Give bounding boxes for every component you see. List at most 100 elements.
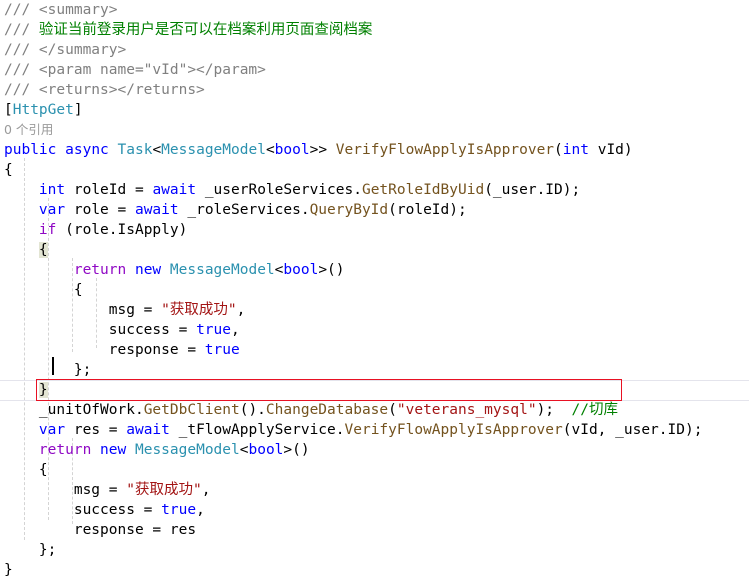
code-token-kw: await — [152, 182, 197, 198]
code-line[interactable]: success = true, — [0, 500, 749, 520]
code-token-pln: msg = — [73, 482, 127, 498]
code-token-ctl: return — [38, 442, 92, 458]
code-token-pln: roleId = — [65, 182, 153, 198]
code-token-typ: MessageModel — [134, 442, 240, 458]
code-token-pln: res = — [65, 422, 127, 438]
code-token-punc: }; — [73, 362, 92, 378]
code-token-mth: QueryById — [309, 202, 389, 218]
code-token-pln: (). — [239, 402, 266, 418]
code-token-pln: msg = — [108, 302, 162, 318]
code-token-pln: (role.IsApply) — [56, 222, 188, 238]
codelens-line[interactable]: 0 个引用 — [0, 120, 749, 140]
code-line[interactable]: /// <param name="vId"></param> — [0, 60, 749, 80]
code-line[interactable]: response = res — [0, 520, 749, 540]
code-token-kw: new — [100, 442, 127, 458]
code-line[interactable]: [HttpGet] — [0, 100, 749, 120]
code-token-kw: true — [196, 322, 231, 338]
code-token-punc: >() — [283, 442, 310, 458]
text-caret — [52, 357, 54, 375]
code-token-pln: _unitOfWork. — [38, 402, 144, 418]
code-token-codelens: 0 个引用 — [4, 122, 54, 137]
code-token-kw: bool — [274, 142, 310, 158]
code-token-pln — [56, 142, 65, 158]
code-text-layer[interactable]: /// <summary>/// 验证当前登录用户是否可以在档案利用页面查阅档案… — [0, 0, 749, 580]
code-token-pln — [161, 262, 170, 278]
code-line[interactable]: { — [0, 240, 749, 260]
code-token-pln: _roleServices. — [178, 202, 310, 218]
code-line[interactable]: if (role.IsApply) — [0, 220, 749, 240]
code-token-ctl: if — [38, 222, 57, 238]
code-line[interactable]: msg = "获取成功", — [0, 480, 749, 500]
code-line[interactable]: public async Task<MessageModel<bool>> Ve… — [0, 140, 749, 160]
code-token-kw: bool — [248, 442, 284, 458]
code-line[interactable]: }; — [0, 540, 749, 560]
code-token-pln: response = — [108, 342, 205, 358]
code-line[interactable]: /// <returns></returns> — [0, 80, 749, 100]
code-line[interactable]: } — [0, 380, 749, 400]
code-token-punc: } — [4, 562, 13, 578]
code-line[interactable]: msg = "获取成功", — [0, 300, 749, 320]
code-editor[interactable]: /// <summary>/// 验证当前登录用户是否可以在档案利用页面查阅档案… — [0, 0, 749, 578]
code-line[interactable]: return new MessageModel<bool>() — [0, 260, 749, 280]
code-token-punc: { — [38, 242, 48, 258]
code-line[interactable]: var res = await _tFlowApplyService.Verif… — [0, 420, 749, 440]
code-token-punc: } — [38, 382, 48, 398]
code-line[interactable]: { — [0, 160, 749, 180]
code-line[interactable]: return new MessageModel<bool>() — [0, 440, 749, 460]
code-token-kw: var — [38, 422, 66, 438]
code-token-pln — [126, 442, 135, 458]
code-token-doc: <param name="vId"></param> — [38, 62, 266, 78]
code-token-punc: ] — [73, 102, 83, 118]
code-token-pln: vId) — [588, 142, 633, 158]
code-line[interactable]: var role = await _roleServices.QueryById… — [0, 200, 749, 220]
code-token-kw: int — [562, 142, 589, 158]
code-line[interactable]: response = true — [0, 340, 749, 360]
code-token-kw: int — [38, 182, 66, 198]
code-token-mth: VerifyFlowApplyIsApprover — [344, 422, 563, 438]
code-token-doc: /// — [4, 22, 39, 38]
code-line[interactable]: /// </summary> — [0, 40, 749, 60]
code-token-punc: >> — [309, 142, 336, 158]
code-token-cmt: //切库 — [571, 402, 618, 418]
code-line[interactable]: { — [0, 280, 749, 300]
code-token-pln: , — [196, 502, 205, 518]
code-token-pln: , — [236, 302, 246, 318]
code-token-mth: GetRoleIdByUid — [361, 182, 485, 198]
code-line[interactable]: }; — [0, 360, 749, 380]
code-token-pln: _tFlowApplyService. — [169, 422, 345, 438]
code-token-pln: (_user.ID); — [484, 182, 581, 198]
code-line[interactable]: success = true, — [0, 320, 749, 340]
code-token-punc: [ — [4, 102, 13, 118]
code-token-doc: <summary> — [38, 2, 118, 18]
code-token-kw: await — [134, 202, 179, 218]
code-token-ctl: return — [73, 262, 127, 278]
code-token-mth: ChangeDatabase — [265, 402, 389, 418]
code-token-str: "veterans_mysql" — [396, 402, 537, 418]
code-line[interactable]: /// 验证当前登录用户是否可以在档案利用页面查阅档案 — [0, 20, 749, 40]
code-token-pln: _userRoleServices. — [196, 182, 362, 198]
code-token-kw: await — [126, 422, 170, 438]
code-token-punc: >() — [318, 262, 345, 278]
code-token-mth: VerifyFlowApplyIsApprover — [335, 142, 555, 158]
code-line[interactable]: } — [0, 560, 749, 580]
code-token-punc: { — [4, 162, 13, 178]
code-line[interactable]: /// <summary> — [0, 0, 749, 20]
code-line[interactable]: int roleId = await _userRoleServices.Get… — [0, 180, 749, 200]
code-line[interactable]: _unitOfWork.GetDbClient().ChangeDatabase… — [0, 400, 749, 420]
code-token-typ: HttpGet — [12, 102, 74, 118]
code-token-kw: true — [161, 502, 197, 518]
code-line[interactable]: { — [0, 460, 749, 480]
code-token-kw: bool — [283, 262, 319, 278]
code-token-kw: async — [65, 142, 109, 158]
